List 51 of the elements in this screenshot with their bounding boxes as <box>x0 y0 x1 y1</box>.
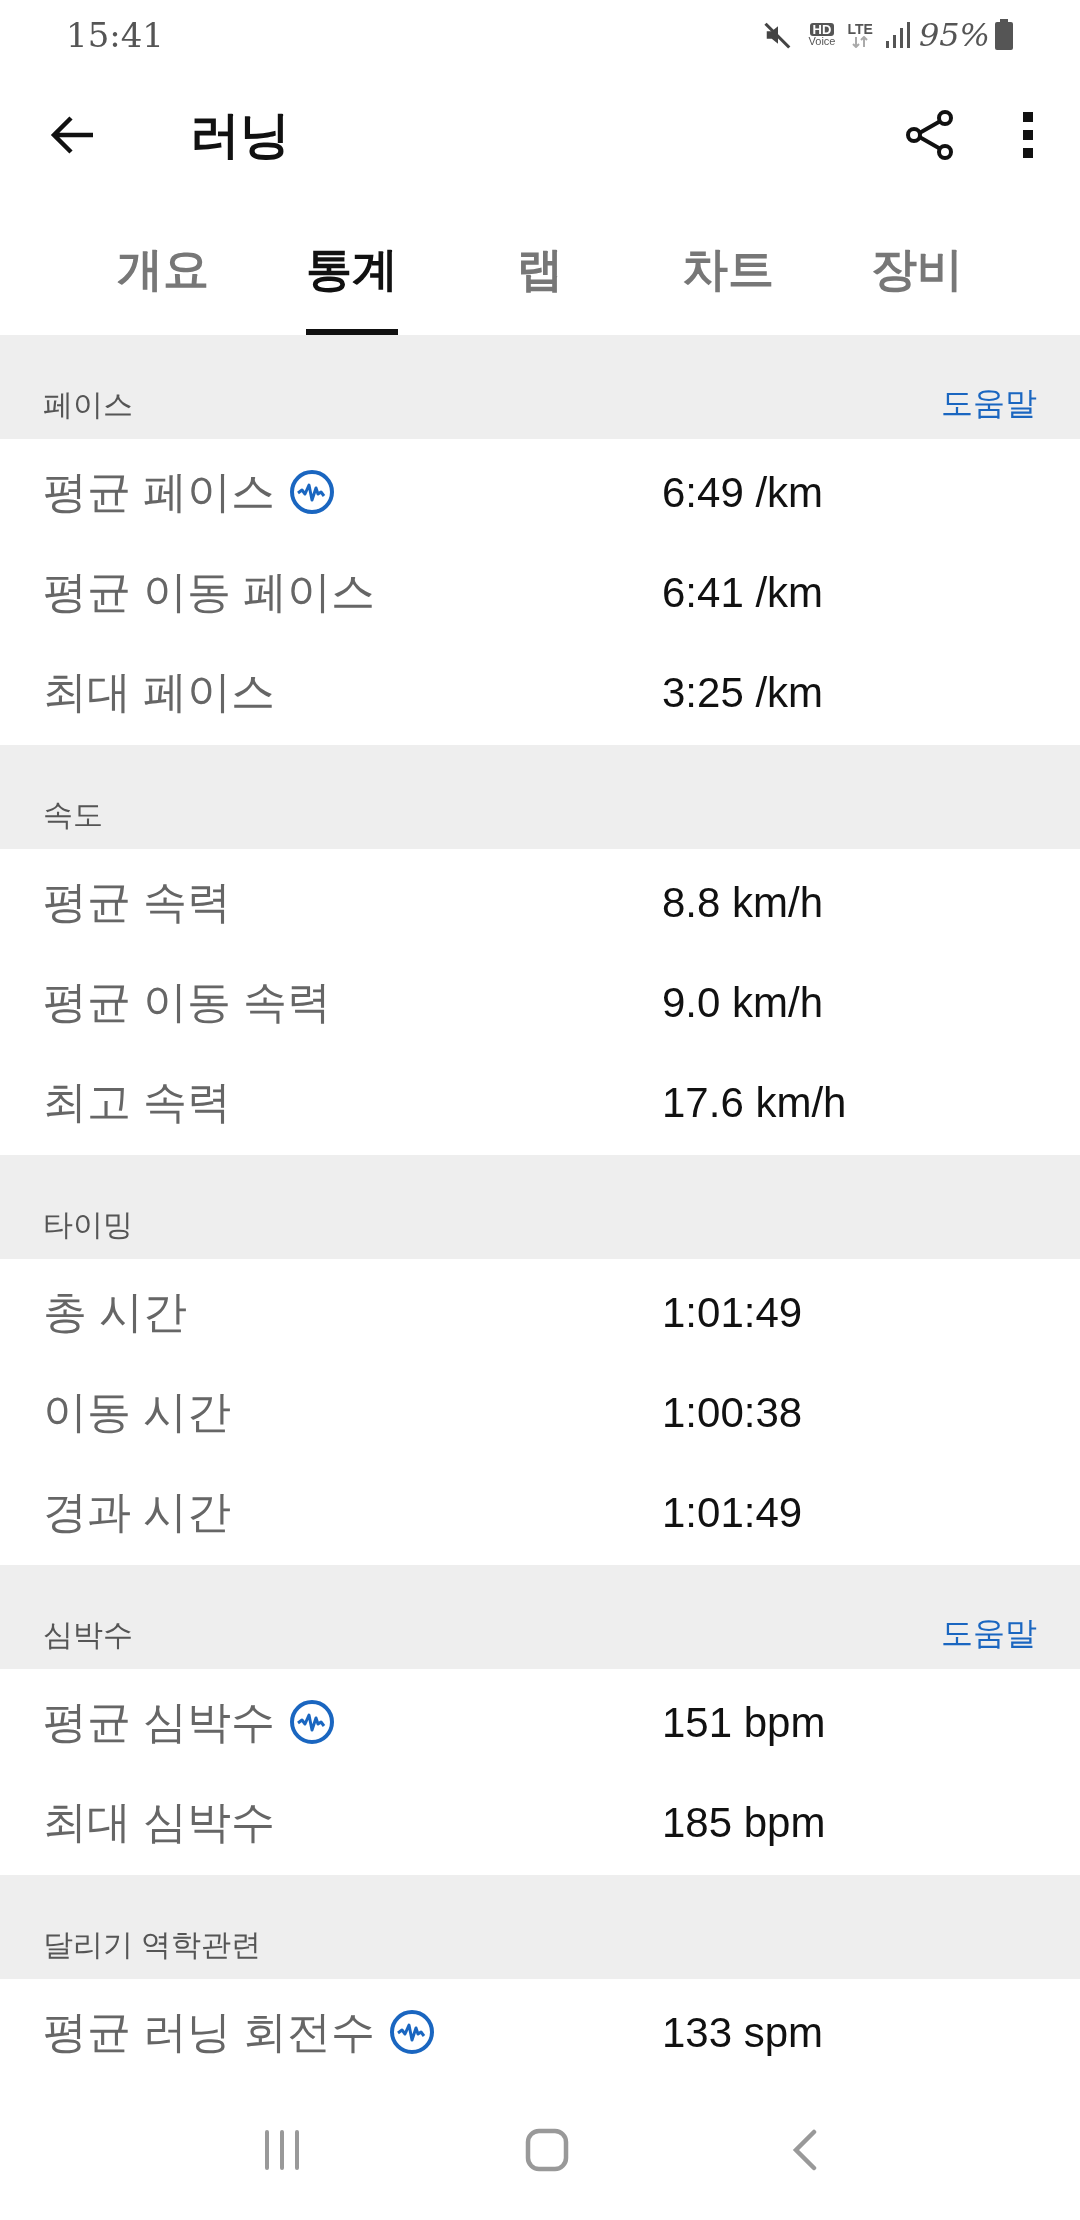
stat-value: 1:00:38 <box>662 1387 803 1438</box>
stat-label: 총 시간 <box>43 1286 188 1338</box>
battery-icon <box>994 19 1014 51</box>
stat-value: 6:41 /km <box>662 567 824 618</box>
stat-label: 평균 이동 페이스 <box>43 566 376 618</box>
screen-title: 러닝 <box>190 105 290 165</box>
stat-value: 1:01:49 <box>662 1487 803 1538</box>
tab[interactable]: 개요 <box>117 200 210 335</box>
section-title: 속도 <box>43 797 103 833</box>
mute-icon <box>762 20 793 50</box>
home-icon[interactable] <box>525 2128 569 2172</box>
stat-value: 17.6 km/h <box>662 1077 847 1128</box>
stat-label: 최고 속력 <box>43 1076 232 1128</box>
section-title: 페이스 <box>43 387 133 423</box>
stat-value: 151 bpm <box>662 1697 826 1748</box>
stat-value: 185 bpm <box>662 1797 826 1848</box>
more-icon <box>1022 111 1034 159</box>
stat-value: 9.0 km/h <box>662 977 824 1028</box>
section-title: 타이밍 <box>43 1207 133 1243</box>
tab[interactable]: 차트 <box>682 200 775 335</box>
heart-rate-info-icon[interactable] <box>289 469 336 515</box>
section-title: 달리기 역학관련 <box>43 1927 262 1963</box>
stat-label: 평균 속력 <box>43 876 232 928</box>
share-icon <box>904 109 956 161</box>
signal-icon <box>884 21 911 49</box>
stat-label: 평균 심박수 <box>43 1696 276 1748</box>
tab[interactable]: 장비 <box>870 200 963 335</box>
heart-rate-info-icon[interactable] <box>389 2009 436 2055</box>
section-title: 심박수 <box>43 1617 133 1653</box>
stat-value: 3:25 /km <box>662 667 824 718</box>
status-time: 15:41 <box>66 13 164 57</box>
stat-label: 최대 페이스 <box>43 666 276 718</box>
help-link[interactable]: 도움말 <box>941 379 1037 427</box>
stat-value: 1:01:49 <box>662 1287 803 1338</box>
help-link[interactable]: 도움말 <box>941 1609 1037 1657</box>
heart-rate-info-icon[interactable] <box>289 1699 336 1745</box>
lte-label: LTE <box>847 22 873 36</box>
stat-label: 평균 페이스 <box>43 466 276 518</box>
stat-value: 133 spm <box>662 2007 824 2058</box>
stat-label: 최대 심박수 <box>43 1796 276 1848</box>
stat-value: 8.8 km/h <box>662 877 824 928</box>
back-nav-icon[interactable] <box>792 2129 819 2171</box>
stat-label: 경과 시간 <box>43 1486 232 1538</box>
stat-value: 6:49 /km <box>662 467 824 518</box>
battery-percent: 95% <box>918 15 990 56</box>
stat-label: 이동 시간 <box>43 1386 232 1438</box>
stat-label: 평균 러닝 회전수 <box>43 2006 376 2058</box>
stat-label: 평균 이동 속력 <box>43 976 332 1028</box>
tab[interactable]: 랩 <box>517 200 563 335</box>
hd-voice-label: HD <box>809 23 835 36</box>
hd-voice-caption: Voice <box>808 36 836 47</box>
